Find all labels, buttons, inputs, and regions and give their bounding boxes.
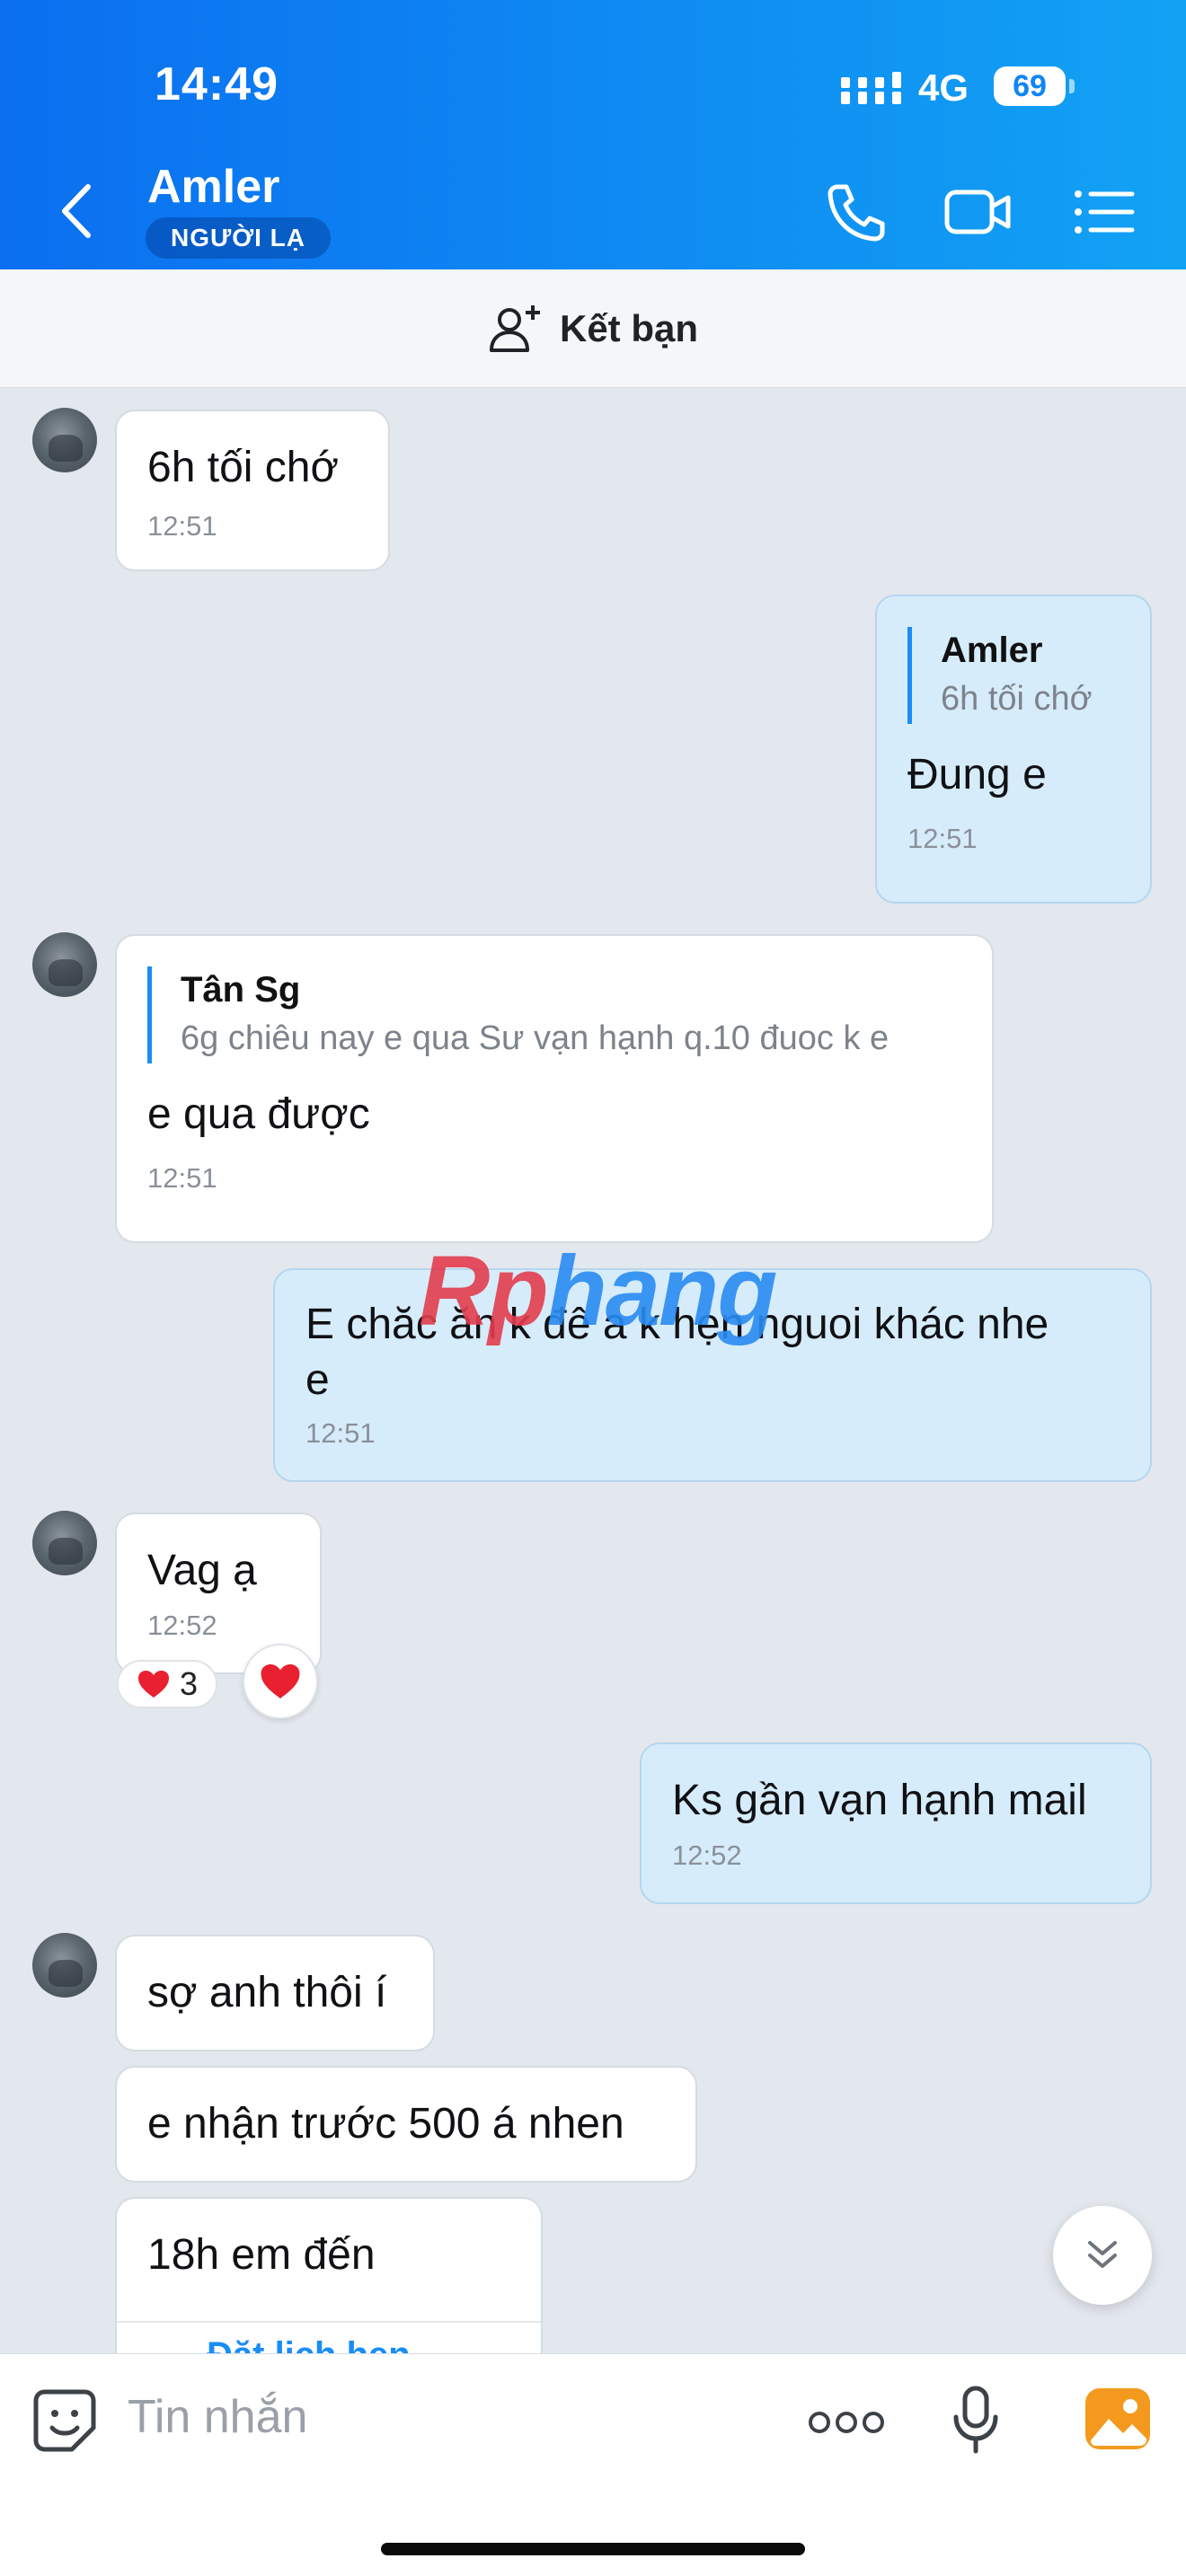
phone-icon[interactable] [821, 180, 890, 243]
avatar[interactable] [32, 932, 97, 997]
message-text: Đung e [907, 751, 1047, 798]
back-icon[interactable] [54, 180, 99, 243]
message-bubble[interactable]: Tân Sg 6g chiêu nay e qua Sư vạn hạnh q.… [115, 934, 994, 1243]
battery-indicator: 69 [994, 66, 1075, 106]
message-bubble[interactable]: 6h tối chớ 12:51 [115, 410, 390, 571]
message-text-continued: e [305, 1356, 330, 1404]
react-button[interactable] [243, 1644, 318, 1719]
message-text: 18h em đến [147, 2231, 376, 2279]
reaction-summary[interactable]: 3 [117, 1660, 217, 1708]
video-call-icon[interactable] [943, 180, 1012, 243]
signal-icon [841, 72, 901, 104]
heart-icon [261, 1664, 300, 1698]
stranger-badge: NGƯỜI LẠ [146, 217, 331, 259]
message-time: 12:51 [147, 1162, 217, 1194]
quoted-text: 6h tối chớ [941, 680, 1093, 718]
sticker-icon[interactable] [32, 2388, 97, 2453]
add-friend-label[interactable]: Kết bạn [560, 307, 698, 350]
chat-title[interactable]: Amler [147, 160, 279, 214]
scroll-down-button[interactable] [1053, 2206, 1152, 2305]
watermark-logo: Rphang [419, 1236, 777, 1346]
image-gallery-icon[interactable] [1084, 2386, 1152, 2451]
message-bubble[interactable]: 18h em đến Đặt lịch hẹn [115, 2197, 543, 2359]
message-bubble[interactable]: sợ anh thôi í [115, 1935, 435, 2051]
home-indicator [381, 2543, 805, 2555]
message-input[interactable]: Tin nhắn [128, 2390, 307, 2444]
reaction-count: 3 [179, 1665, 199, 1702]
message-time: 12:52 [672, 1839, 742, 1871]
double-chevron-down-icon [1088, 2241, 1117, 2268]
message-time: 12:52 [147, 1610, 217, 1641]
message-bubble[interactable]: Ks gần vạn hạnh mail 12:52 [640, 1742, 1152, 1904]
message-time: 12:51 [907, 823, 978, 854]
menu-list-icon[interactable] [1071, 180, 1139, 243]
chat-header: 14:49 4G 69 Amler NGƯỜI LẠ [0, 0, 1186, 269]
message-text: 6h tối chớ [147, 444, 339, 491]
add-user-icon [489, 304, 540, 352]
add-friend-bar[interactable]: Kết bạn [0, 269, 1186, 388]
message-time: 12:51 [305, 1417, 376, 1449]
message-bubble[interactable]: Amler 6h tối chớ Đung e 12:51 [875, 595, 1152, 904]
avatar[interactable] [32, 408, 97, 472]
microphone-icon[interactable] [951, 2385, 1001, 2457]
message-composer: Tin nhắn [0, 2353, 1186, 2576]
quoted-message[interactable]: Amler 6h tối chớ [907, 627, 1120, 724]
heart-icon [137, 1671, 169, 1698]
quoted-sender: Amler [941, 631, 1043, 670]
message-text: Vag ạ [147, 1547, 257, 1594]
message-time: 12:51 [147, 510, 217, 542]
status-time: 14:49 [155, 58, 279, 110]
network-type: 4G [918, 66, 969, 109]
quoted-sender: Tân Sg [181, 970, 301, 1010]
message-text: sợ anh thôi í [147, 1969, 387, 2016]
message-text: e nhận trước 500 á nhen [147, 2100, 624, 2148]
quoted-message[interactable]: Tân Sg 6g chiêu nay e qua Sư vạn hạnh q.… [147, 966, 961, 1063]
message-text: e qua được [147, 1090, 370, 1138]
avatar[interactable] [32, 1933, 97, 1998]
message-bubble[interactable]: e nhận trước 500 á nhen [115, 2066, 697, 2183]
more-icon[interactable] [807, 2410, 886, 2435]
avatar[interactable] [32, 1511, 97, 1575]
quoted-text: 6g chiêu nay e qua Sư vạn hạnh q.10 đuoc… [181, 1019, 890, 1057]
message-text: Ks gần vạn hạnh mail [672, 1777, 1087, 1824]
